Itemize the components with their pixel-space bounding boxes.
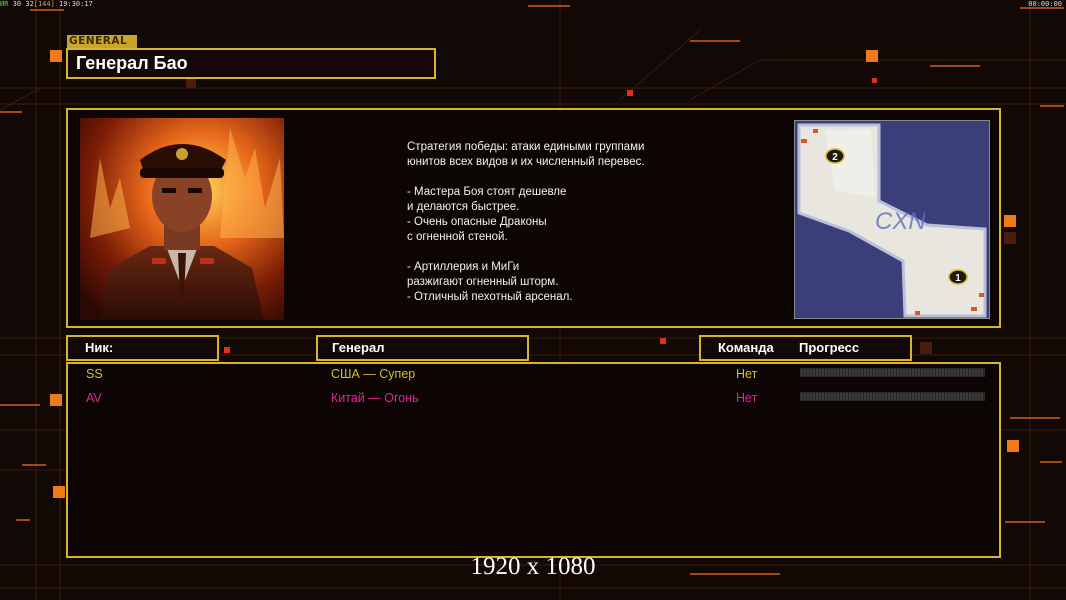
general-name: Генерал Бао [66, 48, 436, 79]
description-line: - Очень опасные Драконы [407, 216, 547, 228]
minimap-watermark: CXN [875, 208, 926, 235]
map-preview[interactable]: CXN 2 1 [794, 120, 990, 319]
start-position-1: 1 [948, 269, 968, 285]
minimap-terrain: CXN 2 1 [795, 121, 989, 318]
description-line: - Отличный пехотный арсенал. [407, 291, 573, 303]
team-column-header: Команда [718, 340, 774, 355]
description-line: - Мастера Боя стоят дешевле [407, 186, 567, 198]
game-timer: 00:00:00 [1028, 0, 1062, 8]
description-line: Стратегия победы: атаки едиными группами [407, 141, 645, 153]
description-line: с огненной стеной. [407, 231, 508, 243]
general-portrait [80, 118, 284, 320]
system-clock: 19:30:17 [59, 0, 93, 8]
description-line: разжигают огненный шторм. [407, 276, 559, 288]
fps-label: ИR [0, 0, 9, 8]
portrait-image [80, 118, 284, 320]
start-position-label: 2 [832, 152, 838, 163]
start-position-2: 2 [825, 148, 845, 164]
start-position-label: 1 [955, 273, 961, 284]
description-line: и делаются быстрее. [407, 201, 520, 213]
general-tag: GENERAL [67, 35, 137, 48]
description-line: юнитов всех видов и их численный перевес… [407, 156, 645, 168]
description-line: - Артиллерия и МиГи [407, 261, 520, 273]
nick-column-header: Ник: [66, 335, 219, 361]
fps-limit: [144] [33, 0, 55, 8]
resolution-label: 1920 x 1080 [470, 553, 596, 580]
fps-value-a: 30 [12, 0, 22, 8]
fps-value-b: 32 [25, 0, 34, 8]
team-progress-header: Команда Прогресс [699, 335, 912, 361]
fps-counter: ИR 30 32[144] 19:30:17 [0, 0, 93, 9]
general-column-header: Генерал [316, 335, 529, 361]
general-description: Стратегия победы: атаки едиными группами… [407, 140, 707, 305]
player-list-panel [66, 362, 1001, 558]
progress-column-header: Прогресс [799, 340, 860, 355]
